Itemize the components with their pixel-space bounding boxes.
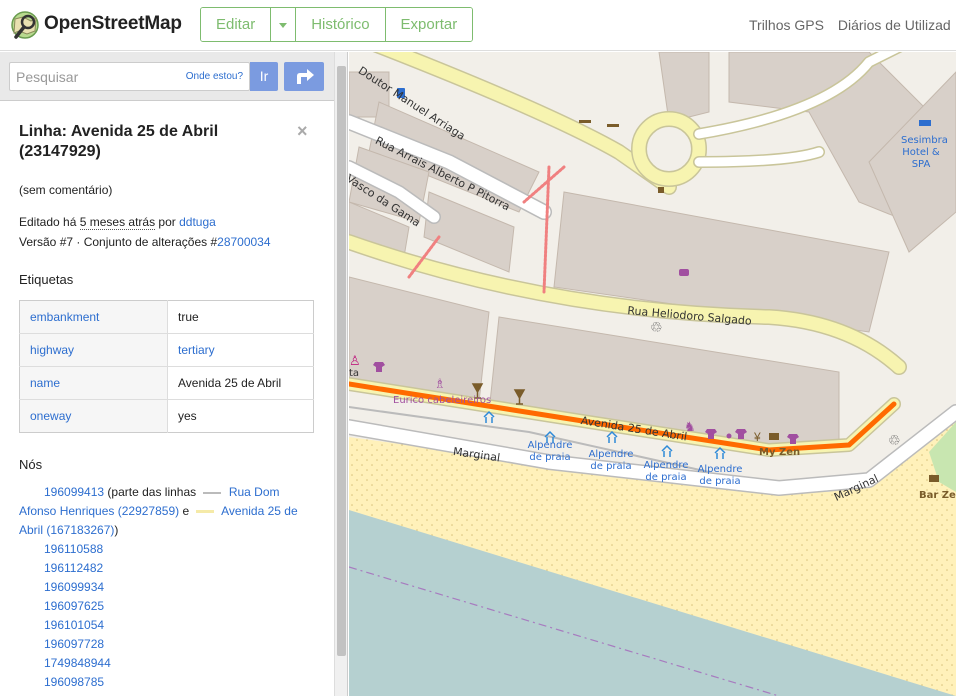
edit-dropdown-button[interactable] <box>271 8 297 41</box>
table-row: highway tertiary <box>19 333 314 367</box>
tags-heading: Etiquetas <box>19 272 74 287</box>
poi-label: Alpendre de praia <box>527 440 573 463</box>
tag-value: Avenida 25 de Abril <box>167 366 314 400</box>
node-link[interactable]: 196112482 <box>44 561 103 575</box>
node-list: 196110588 196112482 196099934 196097625 … <box>19 540 319 692</box>
nodes-heading: Nós <box>19 457 43 472</box>
tag-value: true <box>167 300 314 334</box>
list-item: 196097625 <box>19 597 319 616</box>
poi-label: Eurico cabeleireiros <box>393 395 492 406</box>
feature-comment: (sem comentário) <box>19 183 113 197</box>
node-link[interactable]: 196110588 <box>44 542 103 556</box>
tag-key[interactable]: highway <box>19 333 168 367</box>
list-item: 1749848944 <box>19 654 319 673</box>
poi-label: Alpendre de praia <box>643 460 689 483</box>
list-item: 196099413 (parte das linhas Rua Dom Afon… <box>0 483 319 540</box>
edited-by: por <box>155 215 180 229</box>
list-item: 196101054 <box>19 616 319 635</box>
svg-text:♙: ♙ <box>349 353 361 368</box>
feature-title: Linha: Avenida 25 de Abril (23147929) <box>19 123 219 160</box>
and-text: e <box>179 504 193 518</box>
sidebar: Pesquisar Onde estou? Ir Linha: Avenida … <box>0 52 348 696</box>
close-icon[interactable]: × <box>297 121 308 142</box>
node-link[interactable]: 196099934 <box>44 580 104 594</box>
search-input[interactable]: Pesquisar Onde estou? <box>9 62 250 91</box>
tag-key[interactable]: embankment <box>19 300 168 334</box>
list-item: 196098785 <box>19 673 319 692</box>
svg-text:♗: ♗ <box>434 376 446 391</box>
tag-value: yes <box>178 409 197 423</box>
poi-label: Alpendre de praia <box>588 449 634 472</box>
edit-button[interactable]: Editar <box>201 8 272 41</box>
node-link[interactable]: 196097625 <box>44 599 104 613</box>
poi-label: Bar Ze <box>919 490 956 501</box>
list-item: 196099934 <box>19 578 319 597</box>
tag-value-link[interactable]: tertiary <box>167 333 314 367</box>
search-placeholder: Pesquisar <box>16 69 79 85</box>
table-row: embankment true <box>19 300 314 334</box>
svg-text:♲: ♲ <box>888 432 901 448</box>
poi-label: ta <box>349 368 360 379</box>
chevron-down-icon <box>279 22 288 28</box>
table-row: oneway yes <box>19 399 314 433</box>
export-button[interactable]: Exportar <box>385 8 473 41</box>
node-link[interactable]: 196099413 <box>44 485 104 499</box>
top-header: OpenStreetMap Editar Histórico Exportar … <box>0 0 956 51</box>
version-prefix: Versão #7 · Conjunto de alterações # <box>19 235 218 249</box>
svg-text:♲: ♲ <box>650 319 663 335</box>
user-diaries-link[interactable]: Diários de Utilizad <box>838 17 951 33</box>
list-item: 196097728 <box>19 635 319 654</box>
node-link[interactable]: 196101054 <box>44 618 104 632</box>
search-go-button[interactable]: Ir <box>250 62 278 91</box>
sidebar-scrollbar[interactable] <box>334 52 347 696</box>
brand-name[interactable]: OpenStreetMap <box>44 13 182 35</box>
poi-label: Alpendre de praia <box>697 464 743 487</box>
feature-details: Linha: Avenida 25 de Abril (23147929) × … <box>19 121 319 689</box>
search-bar: Pesquisar Onde estou? Ir <box>0 52 334 101</box>
node-link[interactable]: 196098785 <box>44 675 104 689</box>
secondary-nav: Trilhos GPS Diários de Utilizad <box>749 17 956 33</box>
gps-traces-link[interactable]: Trilhos GPS <box>749 17 824 33</box>
user-link[interactable]: ddtuga <box>179 215 216 229</box>
directions-icon <box>297 69 314 84</box>
tag-key[interactable]: oneway <box>19 399 168 433</box>
node-link[interactable]: 196097728 <box>44 637 104 651</box>
node-link[interactable]: 1749848944 <box>44 656 111 670</box>
directions-button[interactable] <box>284 62 324 91</box>
list-item: 196112482 <box>19 559 319 578</box>
way-line-swatch <box>203 491 222 494</box>
history-button[interactable]: Histórico <box>296 8 386 41</box>
main-actions: Editar Histórico Exportar <box>200 7 474 42</box>
map-canvas[interactable]: ♲ ♲ ♙ ♗ ¥ ♞ Doutor Manuel Arriaga Rua Ar… <box>349 52 956 696</box>
part-of-text: (parte das linhas <box>104 485 200 499</box>
table-row: name Avenida 25 de Abril <box>19 366 314 400</box>
edit-info: Editado há 5 meses atrás por ddtuga Vers… <box>19 212 319 252</box>
poi-label-hotel: Sesimbra Hotel & SPA <box>901 135 948 170</box>
svg-text:¥: ¥ <box>753 430 761 444</box>
edited-prefix: Editado há <box>19 215 80 229</box>
close-paren: ) <box>114 523 119 537</box>
edited-time: 5 meses atrás <box>79 215 156 230</box>
osm-logo-icon[interactable] <box>9 9 41 41</box>
list-item: 196110588 <box>19 540 319 559</box>
tags-table: embankment true highway tertiary name Av… <box>19 300 314 433</box>
way-line-swatch <box>196 510 215 514</box>
where-am-i-link[interactable]: Onde estou? <box>186 71 243 82</box>
changeset-link[interactable]: 28700034 <box>217 235 270 249</box>
map-tiles: ♲ ♲ ♙ ♗ ¥ ♞ <box>349 52 956 696</box>
nodes-list: 196099413 (parte das linhas Rua Dom Afon… <box>19 483 319 692</box>
scrollbar-thumb[interactable] <box>337 66 346 656</box>
poi-label: My Zen <box>759 447 801 458</box>
tag-key[interactable]: name <box>19 366 168 400</box>
